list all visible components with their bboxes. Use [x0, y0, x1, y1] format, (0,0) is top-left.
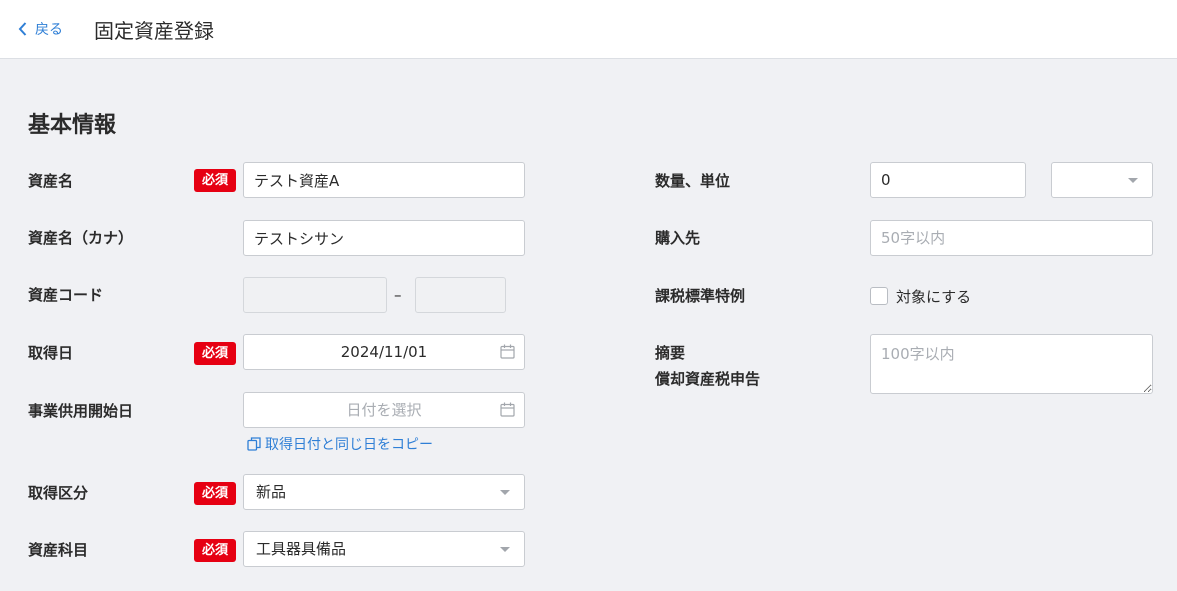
service-start-date-input[interactable]: [243, 392, 525, 428]
acquisition-type-value: 新品: [256, 483, 287, 501]
asset-account-label: 資産科目: [28, 541, 89, 559]
required-badge: 必須: [194, 342, 236, 365]
asset-name-kana-input[interactable]: [243, 220, 525, 256]
asset-name-label: 資産名: [28, 172, 74, 190]
copy-link-label: 取得日付と同じ日をコピー: [265, 437, 433, 453]
acquisition-date-label: 取得日: [28, 344, 74, 362]
caret-down-icon: [1128, 178, 1138, 183]
supplier-label: 購入先: [655, 229, 701, 247]
back-link[interactable]: 戻る: [18, 18, 63, 40]
asset-account-select[interactable]: 工具器具備品: [243, 531, 525, 567]
asset-name-input[interactable]: [243, 162, 525, 198]
copy-icon: [247, 437, 261, 451]
required-badge: 必須: [194, 482, 236, 505]
quantity-input[interactable]: [870, 162, 1026, 198]
acquisition-date-picker[interactable]: [243, 334, 525, 370]
section-title: 基本情報: [28, 113, 117, 138]
asset-code-input-1[interactable]: [243, 277, 387, 313]
tax-special-checkbox[interactable]: [870, 287, 888, 305]
service-start-date-label: 事業供用開始日: [28, 402, 134, 420]
asset-code-label: 資産コード: [28, 286, 104, 304]
calendar-icon[interactable]: [500, 344, 515, 359]
caret-down-icon: [500, 490, 510, 495]
caret-down-icon: [500, 547, 510, 552]
asset-code-separator: –: [394, 286, 402, 304]
depreciation-tax-label: 償却資産税申告: [655, 370, 761, 388]
unit-select[interactable]: [1051, 162, 1153, 198]
calendar-icon[interactable]: [500, 402, 515, 417]
tax-special-label: 課税標準特例: [655, 287, 746, 305]
service-start-date-picker[interactable]: [243, 392, 525, 428]
acquisition-type-select[interactable]: 新品: [243, 474, 525, 510]
required-badge: 必須: [194, 169, 236, 192]
required-badge: 必須: [194, 539, 236, 562]
acquisition-date-input[interactable]: [243, 334, 525, 370]
page-title: 固定資産登録: [94, 19, 214, 43]
supplier-input[interactable]: [870, 220, 1153, 256]
back-label: 戻る: [35, 22, 63, 38]
asset-account-value: 工具器具備品: [256, 540, 347, 558]
summary-label: 摘要: [655, 344, 686, 362]
summary-textarea[interactable]: [870, 334, 1153, 394]
acquisition-type-label: 取得区分: [28, 484, 89, 502]
page-header: 戻る 固定資産登録: [0, 0, 1177, 59]
chevron-left-icon: [18, 22, 27, 36]
copy-acquisition-date-link[interactable]: 取得日付と同じ日をコピー: [246, 434, 433, 454]
asset-code-input-2[interactable]: [415, 277, 506, 313]
tax-special-checkbox-label[interactable]: 対象にする: [896, 286, 971, 307]
quantity-unit-label: 数量、単位: [655, 172, 731, 190]
asset-name-kana-label: 資産名（カナ）: [28, 229, 134, 247]
